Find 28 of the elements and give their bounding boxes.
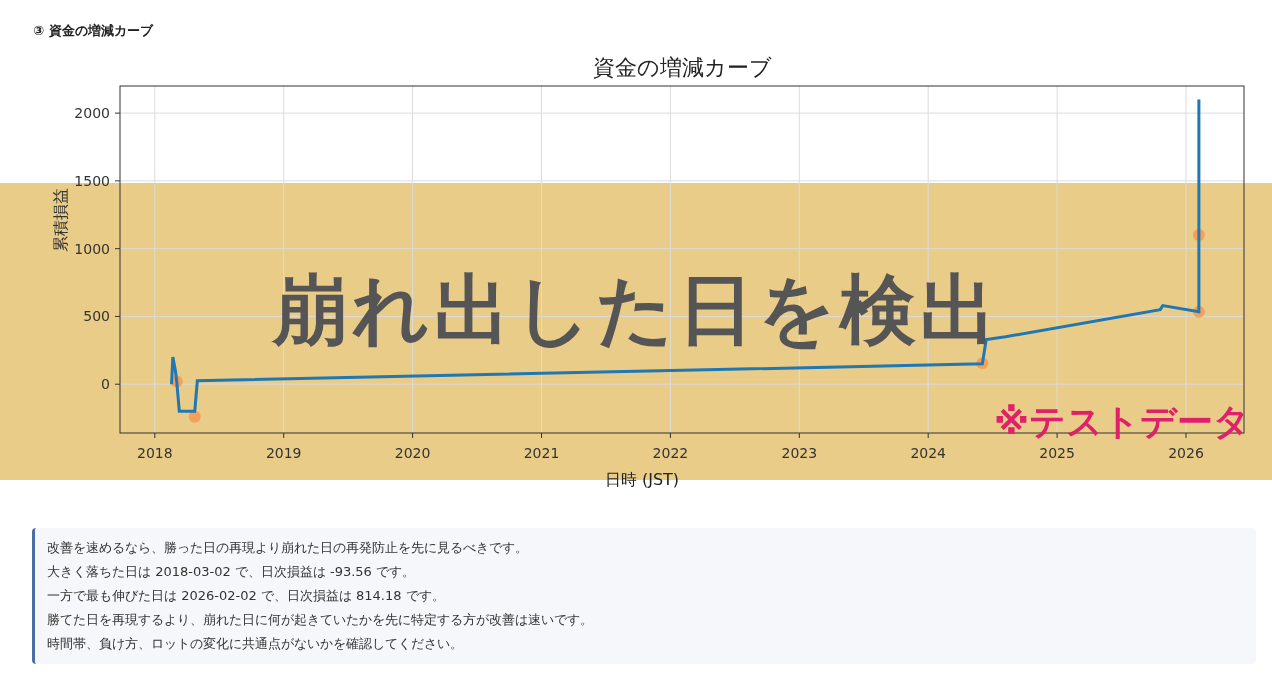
x-tick-label: 2018 <box>137 445 173 461</box>
marker-point <box>1192 229 1205 242</box>
y-tick-label: 1000 <box>74 240 110 257</box>
y-tick-label: 2000 <box>74 105 110 122</box>
y-axis-label: 累積損益 <box>51 187 70 252</box>
x-tick-label: 2021 <box>523 445 560 461</box>
y-tick-label: 0 <box>101 376 110 393</box>
x-tick-label: 2022 <box>652 445 689 461</box>
x-tick-label: 2024 <box>910 445 946 461</box>
x-tick-label: 2025 <box>1039 445 1075 461</box>
section-heading: ③ 資金の増減カーブ <box>33 23 153 38</box>
marker-point <box>1192 305 1205 318</box>
marker-point <box>188 410 201 423</box>
summary-line: 勝てた日を再現するより、崩れた日に何が起きていたかを先に特定する方が改善は速いです。 <box>47 611 594 629</box>
chart-title: 資金の増減カーブ <box>592 55 772 80</box>
y-tick-label: 500 <box>83 308 110 325</box>
marker-point <box>170 375 183 388</box>
x-tick-label: 2026 <box>1168 445 1204 461</box>
summary-line: 大きく落ちた日は 2018-03-02 で、日次損益は -93.56 です。 <box>47 563 416 581</box>
summary-line: 一方で最も伸びた日は 2026-02-02 で、日次損益は 814.18 です。 <box>47 587 446 605</box>
marker-point <box>976 357 989 370</box>
test-data-note: ※テストデータ <box>994 404 1250 440</box>
x-tick-label: 2020 <box>394 445 431 461</box>
summary-line: 改善を速めるなら、勝った日の再現より崩れた日の再発防止を先に見るべきです。 <box>47 539 529 557</box>
x-tick-label: 2023 <box>781 445 818 461</box>
summary-line: 時間帯、負け方、ロットの変化に共通点がないかを確認してください。 <box>47 635 464 653</box>
x-axis-label: 日時 (JST) <box>604 470 680 489</box>
x-tick-label: 2019 <box>265 445 302 461</box>
